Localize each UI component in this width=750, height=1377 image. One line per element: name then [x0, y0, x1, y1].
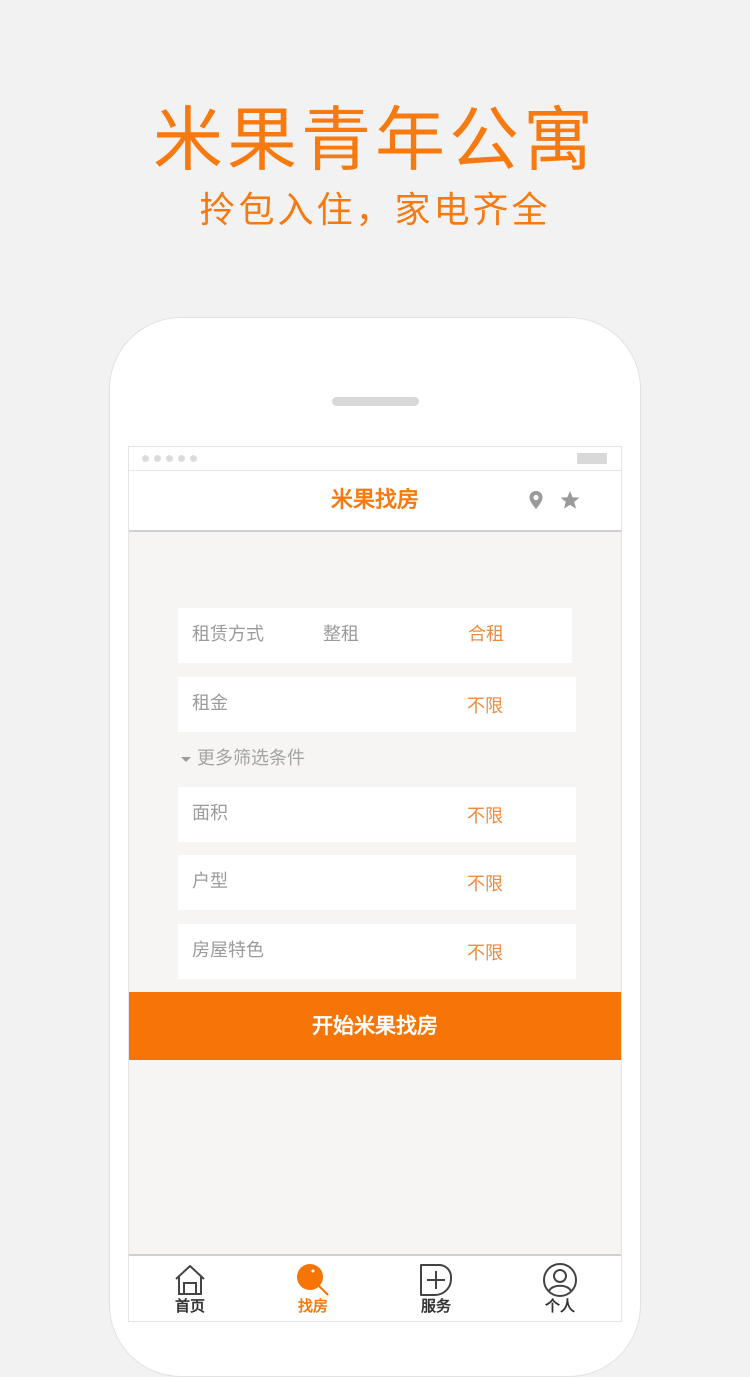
- search-icon: [297, 1264, 329, 1296]
- filter-label: 面积: [192, 803, 228, 824]
- nav-bar: 米果找房: [129, 471, 621, 532]
- user-icon: [543, 1263, 577, 1297]
- tab-label: 找房: [297, 1297, 328, 1315]
- option-shared-rent[interactable]: 合租: [468, 623, 504, 647]
- location-pin-icon[interactable]: [525, 489, 547, 511]
- phone-screen: 米果找房 租赁方式 整租 合租 租金 不限 更多筛选条件 面积 不限 户型 不限: [128, 446, 622, 1322]
- signal-dots-icon: [142, 455, 197, 462]
- filter-row-rent-type: 租赁方式 整租 合租: [178, 608, 572, 663]
- option-whole-rent[interactable]: 整租: [323, 623, 359, 647]
- filter-row-rent[interactable]: 租金 不限: [178, 677, 576, 732]
- tab-label: 首页: [174, 1297, 205, 1315]
- filter-value[interactable]: 不限: [467, 695, 503, 719]
- filter-value[interactable]: 不限: [467, 942, 503, 966]
- filter-value[interactable]: 不限: [467, 873, 503, 897]
- filter-row-layout[interactable]: 户型 不限: [178, 855, 576, 910]
- tab-bar: 首页 找房 服务 个人: [129, 1254, 621, 1321]
- more-filters-label: 更多筛选条件: [197, 748, 305, 769]
- tab-home[interactable]: 首页: [150, 1256, 230, 1321]
- star-icon[interactable]: [559, 489, 581, 511]
- hero-title: 米果青年公寓: [153, 99, 597, 181]
- tab-service[interactable]: 服务: [396, 1256, 476, 1321]
- phone-speaker: [332, 397, 419, 406]
- filter-label: 租赁方式: [192, 624, 264, 645]
- battery-icon: [577, 453, 607, 464]
- tab-label: 个人: [544, 1297, 575, 1315]
- filter-row-area[interactable]: 面积 不限: [178, 787, 576, 842]
- start-search-button[interactable]: 开始米果找房: [129, 992, 621, 1060]
- page-title: 米果找房: [330, 488, 419, 513]
- tab-label: 服务: [420, 1297, 451, 1315]
- filter-label: 房屋特色: [192, 940, 264, 961]
- caret-down-icon: [181, 756, 191, 762]
- filter-row-features[interactable]: 房屋特色 不限: [178, 924, 576, 979]
- home-icon: [175, 1265, 205, 1295]
- filter-label: 租金: [192, 693, 228, 714]
- status-bar: [129, 447, 621, 471]
- tab-search[interactable]: 找房: [273, 1256, 353, 1321]
- tab-profile[interactable]: 个人: [520, 1256, 600, 1321]
- filter-value[interactable]: 不限: [467, 805, 503, 829]
- hero-subtitle: 拎包入住，家电齐全: [199, 190, 551, 231]
- filter-label: 户型: [192, 871, 228, 892]
- service-plus-icon: [420, 1264, 453, 1296]
- more-filters-toggle[interactable]: 更多筛选条件: [181, 747, 305, 771]
